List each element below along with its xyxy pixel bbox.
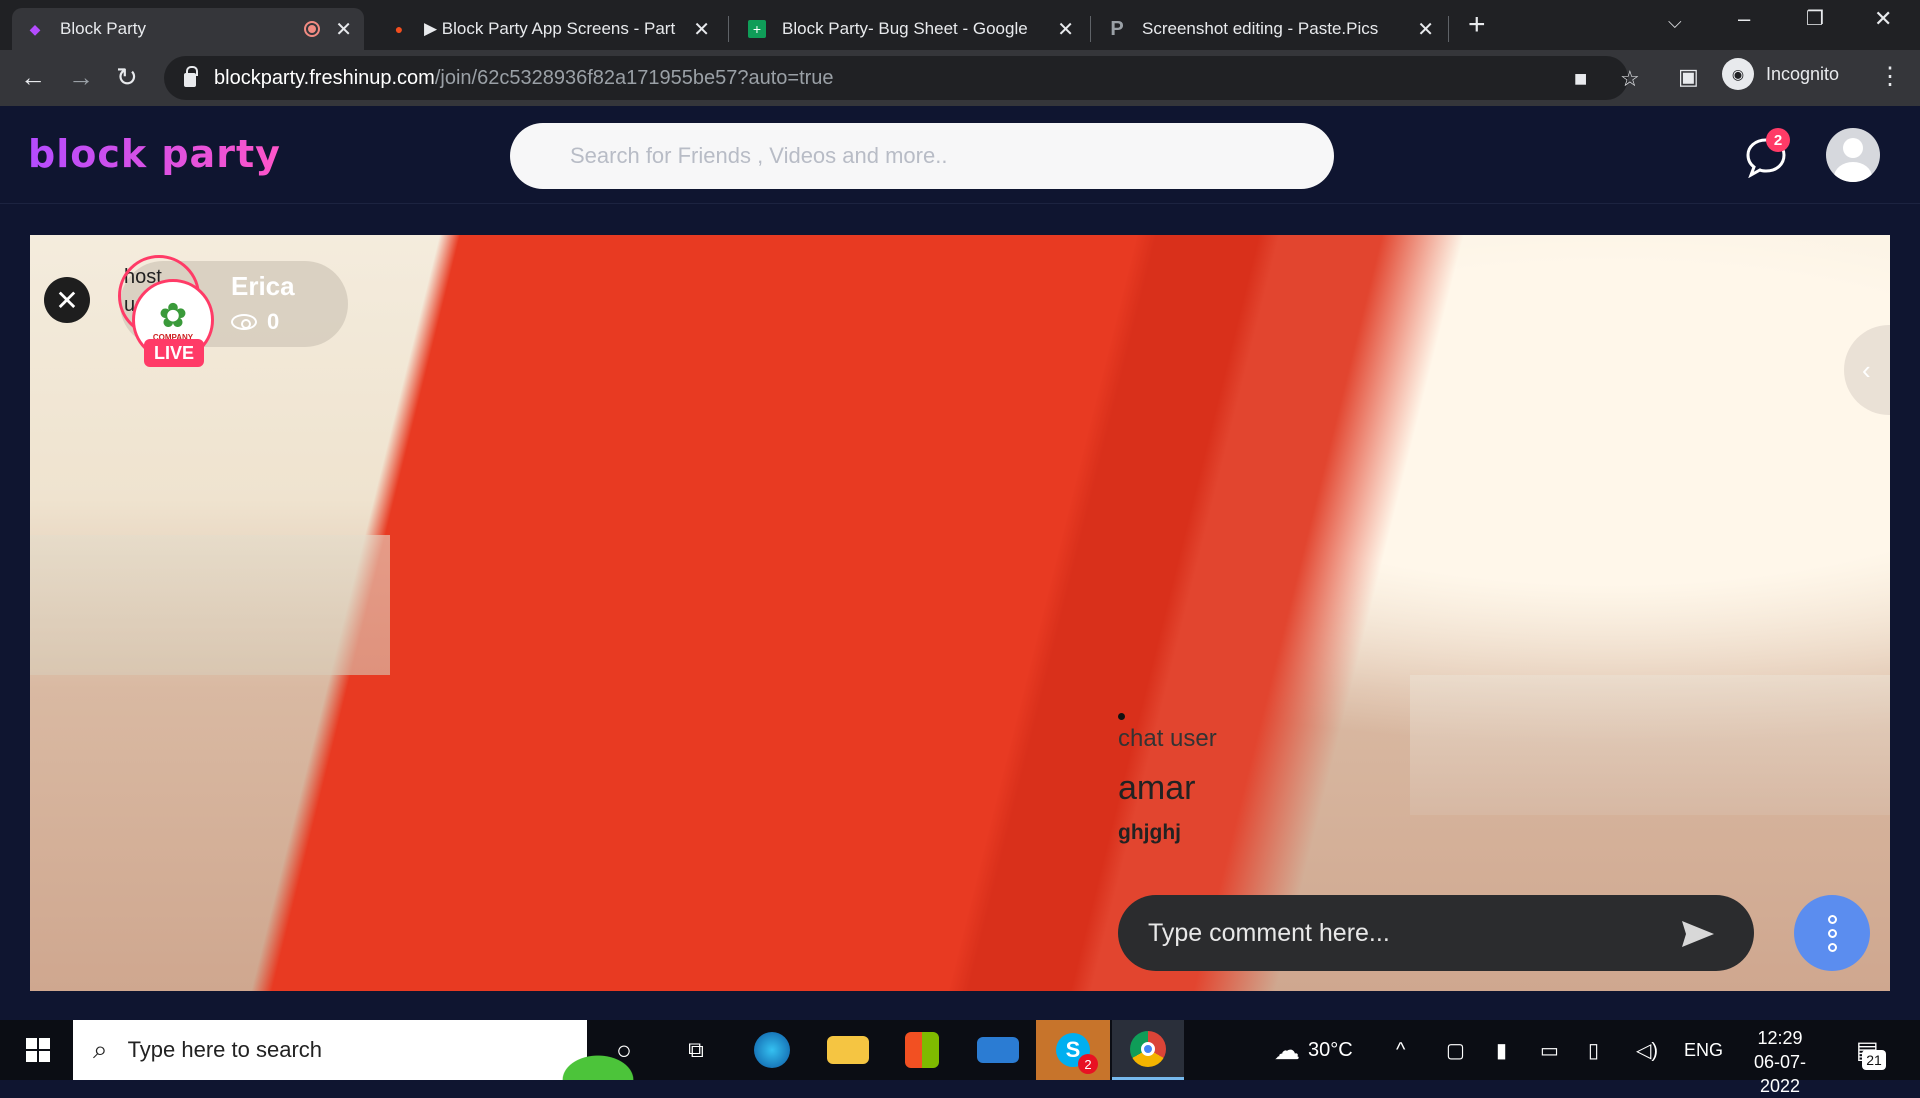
- tab-title: Block Party- Bug Sheet - Google: [782, 19, 1028, 38]
- block-party-favicon: ◆: [29, 20, 41, 37]
- taskbar-search-placeholder: Type here to search: [127, 1037, 323, 1062]
- tab-bug-sheet[interactable]: + Block Party- Bug Sheet - Google ✕: [734, 8, 1086, 50]
- weather-widget[interactable]: ☁ 30°C: [1274, 1020, 1353, 1080]
- meet-now-icon[interactable]: ▢: [1446, 1020, 1465, 1080]
- chat-user-image-alt: chat user: [1118, 725, 1217, 752]
- bookmark-star-icon[interactable]: ☆: [1620, 66, 1640, 92]
- browser-toolbar: ← → ↻ blockparty.freshinup.com /join/62c…: [0, 50, 1920, 106]
- recording-icon: [304, 21, 320, 37]
- volume-icon[interactable]: ◁): [1636, 1020, 1658, 1080]
- minimize-icon[interactable]: –: [1738, 6, 1750, 32]
- block-party-logo[interactable]: block party: [28, 132, 281, 176]
- microphone-icon[interactable]: ▮: [1496, 1020, 1507, 1080]
- menu-dot: [1827, 928, 1837, 938]
- figma-icon: ●: [394, 21, 404, 37]
- windows-start-icon[interactable]: [18, 1020, 58, 1080]
- close-window-icon[interactable]: ✕: [1874, 6, 1892, 32]
- restore-icon[interactable]: ❐: [1806, 6, 1824, 31]
- tab-title: Screenshot editing - Paste.Pics: [1142, 19, 1379, 38]
- tab-separator: [1090, 16, 1091, 42]
- file-explorer-icon[interactable]: [826, 1020, 870, 1080]
- chat-message-text: ghjghj: [1118, 821, 1181, 844]
- language-indicator[interactable]: ENG: [1684, 1020, 1723, 1080]
- browser-tab-bar: ◆ Block Party ✕ ● ▶ Block Party App Scre…: [0, 0, 1920, 50]
- live-video-stage: ✕ host user ✿ COMPANY LIVE Erica 0 ‹ cha…: [30, 235, 1890, 991]
- send-icon[interactable]: [1680, 919, 1716, 949]
- close-tab-icon[interactable]: ✕: [1417, 17, 1434, 42]
- chat-user-name: amar: [1118, 769, 1196, 807]
- weather-temp: 30°C: [1308, 1038, 1353, 1061]
- list-bullet: [1118, 713, 1125, 720]
- url-host: blockparty.freshinup.com: [214, 66, 435, 89]
- edge-icon[interactable]: [750, 1020, 794, 1080]
- tab-title: ▶ Block Party App Screens - Part: [424, 19, 676, 38]
- background-shade: [30, 535, 390, 675]
- comment-input[interactable]: [1148, 918, 1668, 948]
- skype-badge: 2: [1078, 1054, 1098, 1074]
- battery-icon[interactable]: ▯: [1588, 1020, 1599, 1080]
- taskbar-search-box[interactable]: ⌕ Type here to search: [73, 1020, 653, 1080]
- more-options-button[interactable]: [1794, 895, 1870, 971]
- incognito-icon: ◉: [1722, 58, 1754, 90]
- viewer-count-value: 0: [267, 309, 280, 334]
- host-name: Erica: [231, 271, 295, 301]
- lock-icon: [184, 66, 198, 87]
- browser-menu-icon[interactable]: ⋮: [1878, 62, 1902, 91]
- back-icon[interactable]: ←: [20, 62, 46, 93]
- url-path: /join/62c5328936f82a171955be57?auto=true: [434, 66, 834, 89]
- tab-search-icon[interactable]: ⌵: [1668, 12, 1682, 33]
- microsoft-store-icon[interactable]: [900, 1020, 944, 1080]
- reload-icon[interactable]: ↻: [116, 62, 138, 93]
- pastepics-icon: P: [1110, 17, 1124, 40]
- menu-dot: [1827, 914, 1837, 924]
- tab-separator: [728, 16, 729, 42]
- expand-panel-button[interactable]: ‹: [1844, 325, 1890, 415]
- clock-date: 06-07-2022: [1753, 1052, 1807, 1096]
- profile-avatar[interactable]: [1826, 128, 1880, 182]
- viewer-count: 0: [231, 309, 279, 335]
- incognito-profile[interactable]: ◉ Incognito: [1722, 58, 1839, 90]
- background-shade: [1410, 675, 1890, 815]
- notification-count: 21: [1862, 1050, 1886, 1070]
- app-header: block party 2: [0, 106, 1920, 204]
- tab-block-party[interactable]: ◆ Block Party ✕: [12, 8, 364, 50]
- skype-taskbar-button[interactable]: S 2: [1036, 1020, 1110, 1080]
- clock-time: 12:29: [1757, 1028, 1803, 1048]
- new-tab-icon[interactable]: +: [1468, 8, 1486, 42]
- close-tab-icon[interactable]: ✕: [693, 17, 710, 42]
- display-icon[interactable]: ▭: [1540, 1020, 1559, 1080]
- comment-bar: [1118, 895, 1754, 971]
- cortana-icon[interactable]: ○: [602, 1020, 646, 1080]
- tab-title: Block Party: [60, 19, 146, 38]
- search-input[interactable]: [510, 123, 1334, 189]
- chrome-taskbar-button[interactable]: [1112, 1020, 1184, 1080]
- tab-separator: [1448, 16, 1449, 42]
- plant-logo-icon: ✿: [158, 296, 188, 335]
- camera-icon[interactable]: ■: [1574, 66, 1587, 92]
- chrome-icon: [1130, 1030, 1166, 1067]
- windows-taskbar: ⌕ Type here to search ○ ⧉ S 2 ☁ 30°C ^ ▢…: [0, 1020, 1920, 1096]
- cloud-icon: ☁: [1274, 1034, 1300, 1065]
- side-panel-icon[interactable]: ▣: [1678, 64, 1699, 90]
- eye-icon: [231, 314, 257, 330]
- forward-icon[interactable]: →: [68, 62, 94, 93]
- close-tab-icon[interactable]: ✕: [1057, 17, 1074, 42]
- menu-dot: [1827, 942, 1837, 952]
- tab-pastepics[interactable]: P Screenshot editing - Paste.Pics ✕: [1094, 8, 1446, 50]
- mail-icon[interactable]: [976, 1020, 1020, 1080]
- show-hidden-icons[interactable]: ^: [1396, 1020, 1405, 1080]
- sheets-icon: +: [748, 20, 766, 38]
- system-clock[interactable]: 12:29 06-07-2022: [1734, 1026, 1826, 1098]
- live-badge: LIVE: [144, 339, 204, 367]
- search-icon: ⌕: [93, 1034, 108, 1064]
- close-stream-button[interactable]: ✕: [44, 277, 90, 323]
- address-bar[interactable]: blockparty.freshinup.com /join/62c532893…: [164, 56, 1640, 100]
- incognito-label: Incognito: [1766, 63, 1840, 84]
- task-view-icon[interactable]: ⧉: [674, 1020, 718, 1080]
- close-tab-icon[interactable]: ✕: [335, 17, 352, 42]
- chevron-left-icon: ‹: [1862, 354, 1871, 385]
- chat-notification-badge: 2: [1766, 128, 1790, 152]
- tab-figma[interactable]: ● ▶ Block Party App Screens - Part ✕: [376, 8, 722, 50]
